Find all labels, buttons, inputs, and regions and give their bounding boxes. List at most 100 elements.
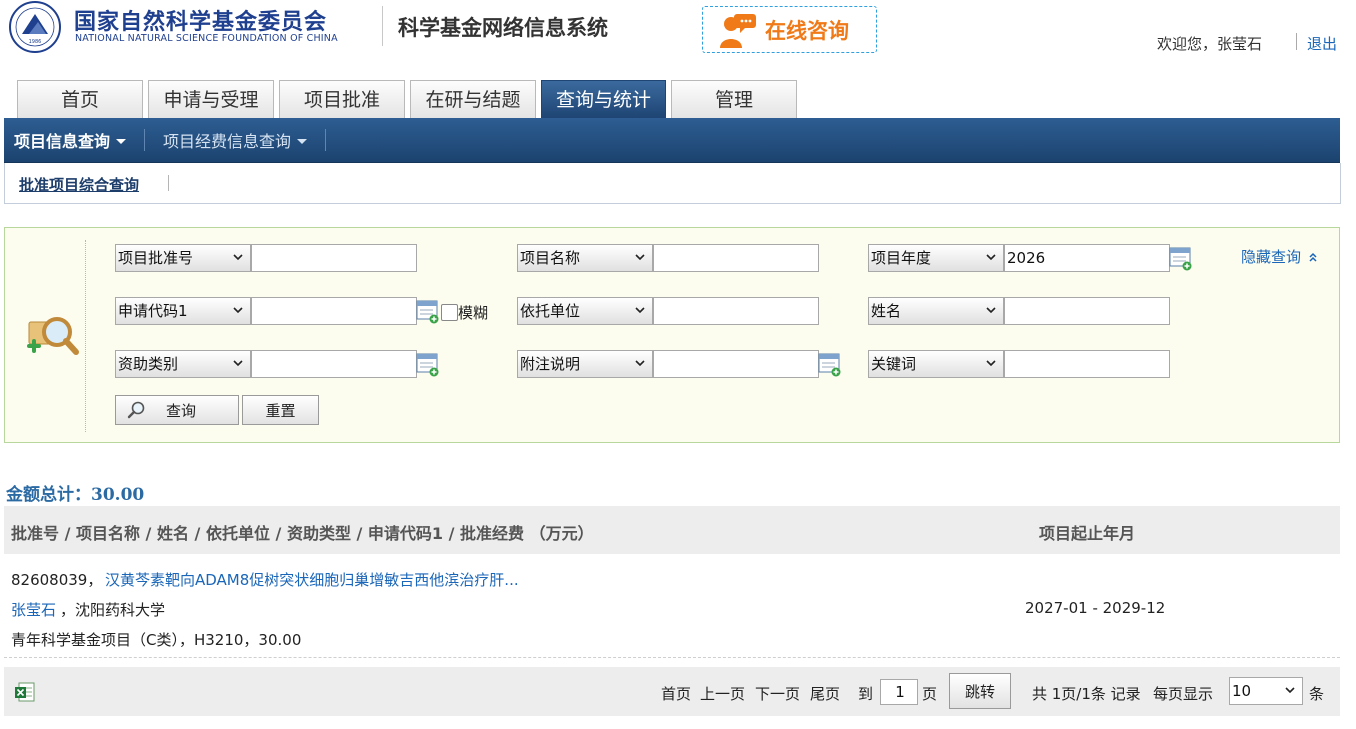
menu-divider — [144, 129, 146, 151]
query-divider — [85, 240, 86, 432]
funding-line: 青年科学基金项目（C类），H3210，30.00 — [11, 631, 302, 649]
project-year-select[interactable]: 项目年度 — [868, 244, 1004, 272]
total-amount-value: 30.00 — [91, 485, 145, 505]
calendar-picker-icon[interactable] — [1169, 245, 1193, 271]
nsfc-emblem-icon: 1986 — [9, 1, 61, 53]
approved-project-query-link[interactable]: 批准项目综合查询 — [19, 174, 139, 195]
logout-link[interactable]: 退出 — [1307, 33, 1337, 54]
caret-down-icon — [297, 138, 308, 144]
page-header: 1986 国家自然科学基金委员会 NATIONAL NATURAL SCIENC… — [0, 0, 1356, 80]
unit-select[interactable]: 依托单位 — [517, 297, 653, 325]
per-page-select[interactable]: 10 — [1229, 677, 1303, 705]
total-amount-label: 金额总计： — [6, 485, 91, 505]
note-select[interactable]: 附注说明 — [517, 350, 653, 378]
pager-page-input[interactable]: 1 — [880, 679, 918, 705]
chevron-down-icon — [986, 360, 996, 367]
keyword-select[interactable]: 关键词 — [868, 350, 1004, 378]
chevron-down-icon — [986, 307, 996, 314]
person-name-link[interactable]: 张莹石 — [11, 599, 56, 620]
user-divider — [1296, 33, 1297, 50]
tab-application[interactable]: 申请与受理 — [148, 80, 274, 118]
menu-divider — [325, 129, 327, 151]
org-name-en: NATIONAL NATURAL SCIENCE FOUNDATION OF C… — [75, 33, 338, 44]
project-name-input[interactable] — [653, 244, 819, 272]
sub-menu-bar: 项目信息查询 项目经费信息查询 — [4, 118, 1340, 163]
unit-select-value: 依托单位 — [520, 302, 581, 320]
tab-home[interactable]: 首页 — [17, 80, 143, 118]
caret-down-icon — [116, 138, 127, 144]
pager-per-page-unit: 条 — [1309, 685, 1325, 703]
tab-approval[interactable]: 项目批准 — [279, 80, 405, 118]
project-name-select-value: 项目名称 — [520, 249, 581, 267]
pager-last[interactable]: 尾页 — [810, 683, 840, 704]
apply-code-select[interactable]: 申请代码1 — [115, 297, 251, 325]
chevron-down-icon — [233, 254, 243, 261]
menu-project-info-query[interactable]: 项目信息查询 — [4, 128, 127, 152]
hide-query-label: 隐藏查询 — [1241, 248, 1302, 266]
unit-input[interactable] — [653, 297, 819, 325]
pager-goto-label: 到 — [858, 685, 874, 703]
unit-name: ，沈阳药科大学 — [60, 601, 166, 619]
menu-project-info-query-label: 项目信息查询 — [14, 132, 111, 151]
consult-label: 在线咨询 — [765, 18, 849, 43]
reset-button[interactable]: 重置 — [242, 395, 319, 425]
hide-query-toggle[interactable]: 隐藏查询 — [1241, 246, 1319, 267]
search-magnifier-icon — [27, 317, 79, 355]
funding-type-select[interactable]: 资助类别 — [115, 350, 251, 378]
note-select-value: 附注说明 — [520, 355, 581, 373]
tab-ongoing[interactable]: 在研与结题 — [410, 80, 536, 118]
project-year-select-value: 项目年度 — [871, 249, 932, 267]
pager-page-unit: 页 — [922, 685, 938, 703]
sub-nav-bar: 批准项目综合查询 — [4, 163, 1341, 204]
chevron-down-icon — [986, 254, 996, 261]
pager-per-page-label: 每页显示 — [1153, 685, 1214, 703]
online-consult-button[interactable]: 在线咨询 — [702, 6, 877, 53]
keyword-input[interactable] — [1004, 350, 1170, 378]
per-page-select-value: 10 — [1232, 682, 1252, 700]
pagination-bar: 首页 上一页 下一页 尾页 到 1 页 跳转 共 1页/1条 记录 每页显示 1… — [4, 667, 1340, 716]
header-divider — [382, 6, 383, 46]
tab-management[interactable]: 管理 — [671, 80, 797, 118]
person-name-select[interactable]: 姓名 — [868, 297, 1004, 325]
results-header-main: 批准号 / 项目名称 / 姓名 / 依托单位 / 资助类型 / 申请代码1 / … — [11, 524, 594, 543]
menu-project-funding-query-label: 项目经费信息查询 — [163, 132, 292, 151]
results-header-period: 项目起止年月 — [1039, 524, 1136, 543]
chevron-down-icon — [1285, 687, 1295, 694]
chevron-down-icon — [635, 307, 645, 314]
chevron-down-icon — [635, 254, 645, 261]
apply-code-input[interactable] — [251, 297, 417, 325]
project-name-link[interactable]: 汉黄芩素靶向ADAM8促树突状细胞归巢增敏吉西他滨治疗肝... — [105, 569, 519, 590]
excel-export-icon[interactable] — [14, 682, 36, 702]
pager-next[interactable]: 下一页 — [755, 683, 800, 704]
pager-jump-button[interactable]: 跳转 — [949, 673, 1011, 709]
person-name-input[interactable] — [1004, 297, 1170, 325]
welcome-text: 欢迎您，张莹石 — [1156, 35, 1262, 53]
approval-no-input[interactable] — [251, 244, 417, 272]
query-panel: 项目批准号 项目名称 项目年度 2026 隐藏查询 申请代码1 模糊 依托单位 — [4, 227, 1340, 443]
note-input[interactable] — [653, 350, 819, 378]
consult-chat-icon — [720, 13, 756, 48]
pager-summary: 共 1页/1条 记录 — [1032, 685, 1141, 703]
double-chevron-up-icon — [1309, 252, 1317, 262]
person-name-select-value: 姓名 — [871, 302, 902, 320]
project-year-input[interactable]: 2026 — [1004, 244, 1170, 272]
calendar-picker-icon[interactable] — [416, 351, 440, 377]
keyword-select-value: 关键词 — [871, 355, 917, 373]
menu-project-funding-query[interactable]: 项目经费信息查询 — [163, 128, 308, 152]
pager-prev[interactable]: 上一页 — [700, 683, 745, 704]
logo-year: 1986 — [29, 39, 42, 45]
calendar-picker-icon[interactable] — [818, 351, 842, 377]
chevron-down-icon — [233, 307, 243, 314]
approval-no-select[interactable]: 项目批准号 — [115, 244, 251, 272]
apply-code-select-value: 申请代码1 — [118, 302, 188, 320]
calendar-picker-icon[interactable] — [416, 298, 440, 324]
project-name-select[interactable]: 项目名称 — [517, 244, 653, 272]
pager-first[interactable]: 首页 — [661, 683, 691, 704]
funding-type-input[interactable] — [251, 350, 417, 378]
system-title: 科学基金网络信息系统 — [398, 16, 608, 40]
tab-query-statistics[interactable]: 查询与统计 — [541, 80, 666, 118]
chevron-down-icon — [233, 360, 243, 367]
org-name-cn: 国家自然科学基金委员会 — [74, 10, 328, 35]
search-button[interactable]: 查询 — [115, 395, 239, 425]
fuzzy-checkbox[interactable] — [441, 304, 458, 321]
